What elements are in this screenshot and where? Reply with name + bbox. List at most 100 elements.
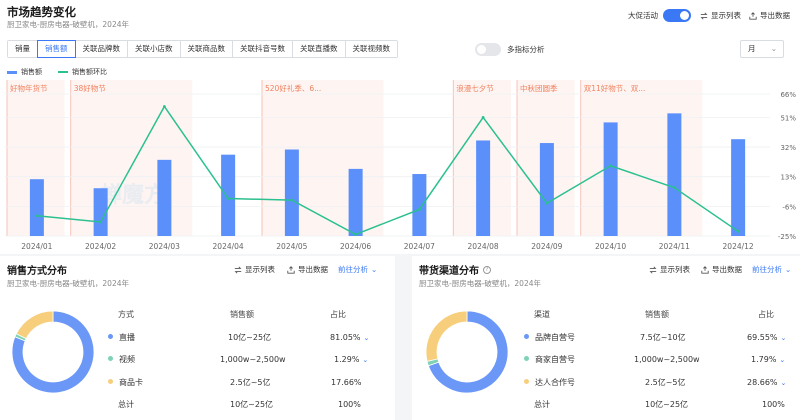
bar [29,179,44,236]
x-tick-label: 2024/07 [404,242,435,251]
x-tick-label: 2024/08 [468,242,499,251]
left-export-button[interactable]: 导出数据 [287,264,328,275]
right-show-list-label: 显示列表 [660,265,690,274]
y-tick-label: -6% [782,203,796,211]
right-show-list-button[interactable]: 显示列表 [649,264,690,275]
show-list-button[interactable]: 显示列表 [700,10,741,21]
sales-method-table: 方式 销售额 占比 直播 10亿~25亿 81.05% ⌄ 视频 1,000w~2… [0,304,395,417]
show-list-label: 显示列表 [711,11,741,20]
page-subtitle: 厨卫家电-厨房电器-破壁机，2024年 [7,20,129,29]
tab-brand-count[interactable]: 关联品牌数 [75,41,128,57]
metric-tabs: 销量 销售额 关联品牌数 关联小店数 关联商品数 关联抖音号数 关联直播数 关联… [7,40,398,58]
event-label: 双11好物节、双... [584,83,646,93]
right-analyze-link[interactable]: 前往分析 ⌄ [752,264,791,275]
row-sales: 2.5亿~5亿 [230,377,271,387]
legend-line-swatch [58,71,68,73]
tab-live-count[interactable]: 关联直播数 [293,41,346,57]
bar [412,174,427,236]
period-select-value: 月 [748,44,756,53]
chevron-down-icon: ⌄ [785,265,792,274]
tab-douyin-account-count[interactable]: 关联抖音号数 [233,41,293,57]
row-sales: 7.5亿~10亿 [640,332,686,342]
event-label: 好物年货节 [10,83,48,93]
row-sales: 2.5亿~5亿 [645,377,686,387]
promo-toggle-label: 大促活动 [628,11,658,20]
row-sales: 1,000w~2,500w [220,355,286,364]
chevron-down-icon: ⌄ [770,44,777,53]
event-band [70,80,193,236]
legend-dot [108,356,113,361]
line-point [99,220,103,224]
table-header-row: 方式 销售额 占比 [0,304,395,327]
multi-metric-toggle[interactable] [475,43,501,56]
chevron-down-icon[interactable]: ⌄ [779,356,785,364]
promo-toggle[interactable] [663,9,691,22]
table-row[interactable]: 视频 1,000w~2,500w 1.29% ⌄ [0,349,395,372]
market-trend-chart: 好物年货节 38好物节 520好礼季、6... 浪漫七夕节 中秋团圆季 双11好物节、双.… [5,80,796,251]
tab-sales-volume[interactable]: 销量 [8,41,38,57]
help-icon[interactable]: ? [483,265,491,274]
y-tick-label: 13% [780,174,796,182]
legend-dot [108,378,113,384]
left-show-list-button[interactable]: 显示列表 [234,264,275,275]
period-select[interactable]: 月 ⌄ [740,40,784,58]
bar [539,143,554,236]
line-point [417,208,421,211]
export-label: 导出数据 [760,11,790,20]
event-label: 38好物节 [74,83,107,93]
bar [603,122,618,236]
chevron-down-icon[interactable]: ⌄ [781,334,787,342]
sales-method-title-text: 销售方式分布 [7,266,67,277]
event-band [262,80,384,236]
line-point [226,197,230,200]
left-analyze-link[interactable]: 前往分析 ⌄ [338,264,377,275]
header-sales: 销售额 [230,310,254,319]
bar [157,159,172,236]
tab-sales-amount[interactable]: 销售额 [37,40,76,58]
legend-bar-swatch [7,70,17,74]
event-label: 520好礼季、6... [265,83,321,93]
swap-icon [700,11,708,20]
x-tick-label: 2024/05 [276,242,307,251]
multi-metric-toggle-group: 多指标分析 [475,43,545,56]
promo-toggle-group: 大促活动 [628,9,691,22]
channel-table: 渠道 销售额 占比 品牌自营号 7.5亿~10亿 69.55% ⌄ 商家自营号 1… [412,304,800,417]
tab-video-count[interactable]: 关联视频数 [345,41,397,57]
total-share: 100% [762,400,785,409]
swap-icon [649,265,657,274]
chevron-down-icon[interactable]: ⌄ [781,379,787,387]
line-point [35,214,39,218]
sales-method-title: 销售方式分布 [7,262,67,277]
tab-shop-count[interactable]: 关联小店数 [128,41,181,57]
legend-dot [524,356,529,361]
chevron-down-icon[interactable]: ⌄ [364,334,370,342]
x-tick-label: 2024/06 [340,242,371,251]
table-row[interactable]: 品牌自营号 7.5亿~10亿 69.55% ⌄ [412,327,800,350]
market-trend-card: 市场趋势变化 厨卫家电-厨房电器-破壁机，2024年 大促活动 显示列表 导出数… [0,0,800,254]
line-point [609,164,613,168]
row-share: 1.29% [334,355,360,364]
row-share: 1.79% [751,355,777,364]
export-button[interactable]: 导出数据 [749,10,790,21]
left-export-label: 导出数据 [298,265,328,274]
line-point [290,198,294,202]
swap-icon [234,265,242,274]
row-sales: 10亿~25亿 [228,332,272,342]
table-row[interactable]: 商家自营号 1,000w~2,500w 1.79% ⌄ [412,349,800,372]
table-total-row: 总计 10亿~25亿 100% [412,394,800,417]
export-icon [749,11,757,20]
line-point [162,105,166,108]
x-tick-label: 2024/02 [85,242,116,251]
event-label: 浪漫七夕节 [456,83,494,93]
table-row[interactable]: 直播 10亿~25亿 81.05% ⌄ [0,327,395,350]
table-row[interactable]: 达人合作号 2.5亿~5亿 28.66% ⌄ [412,372,800,395]
bar [476,140,491,236]
total-share: 100% [338,400,361,409]
total-sales: 10亿~25亿 [230,400,274,409]
table-row[interactable]: 商品卡 2.5亿~5亿 17.66% [0,372,395,395]
chevron-down-icon[interactable]: ⌄ [362,356,368,364]
right-export-button[interactable]: 导出数据 [701,264,742,275]
tab-product-count[interactable]: 关联商品数 [180,41,233,57]
x-tick-label: 2024/10 [595,242,626,251]
row-share: 69.55% [747,332,778,342]
